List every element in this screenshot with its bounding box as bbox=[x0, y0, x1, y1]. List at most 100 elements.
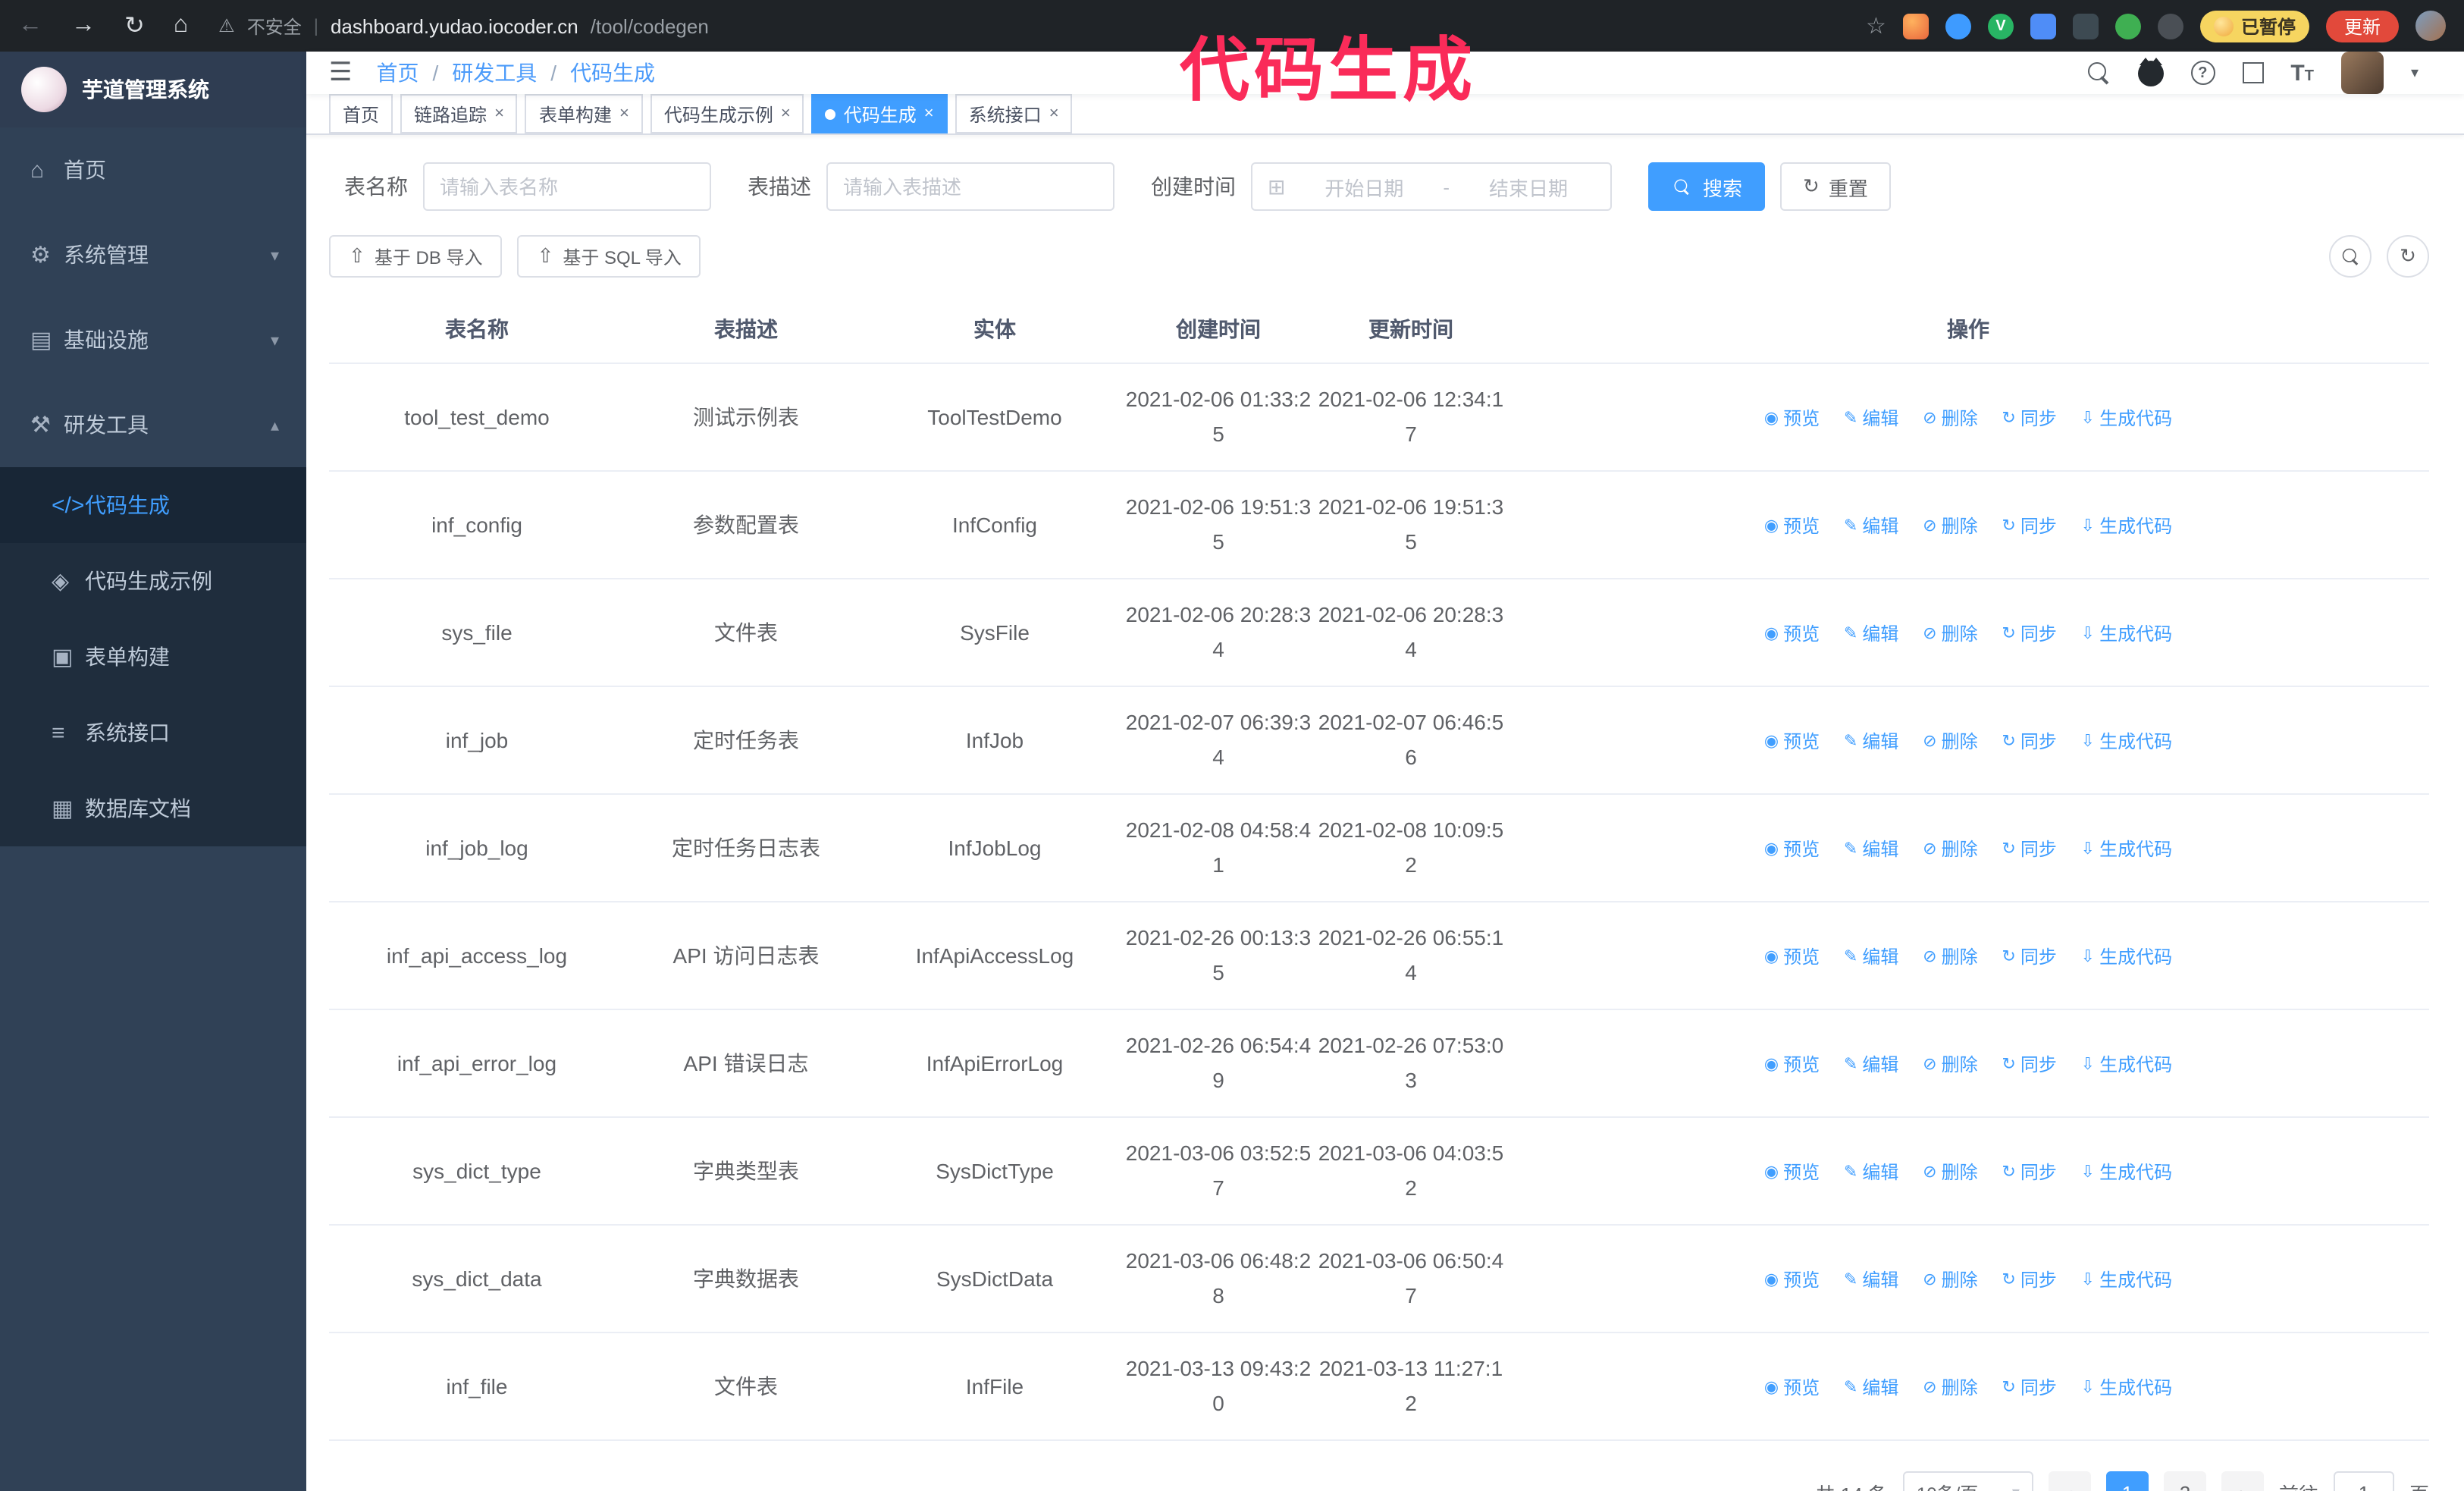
generate-code-link[interactable]: ⇩ 生成代码 bbox=[2081, 832, 2172, 867]
generate-code-link[interactable]: ⇩ 生成代码 bbox=[2081, 724, 2172, 759]
generate-code-link[interactable]: ⇩ 生成代码 bbox=[2081, 617, 2172, 651]
tab-codegen[interactable]: 代码生成 × bbox=[811, 94, 948, 133]
sidebar-item-form-builder[interactable]: ▣ 表单构建 bbox=[0, 619, 306, 695]
delete-link[interactable]: ⊘ 删除 bbox=[1923, 1263, 1977, 1298]
date-range-picker[interactable]: ⊞ 开始日期 - 结束日期 bbox=[1251, 162, 1612, 211]
import-db-button[interactable]: ⇧ 基于 DB 导入 bbox=[329, 235, 503, 278]
sync-link[interactable]: ↻ 同步 bbox=[2002, 940, 2056, 975]
close-icon[interactable]: × bbox=[619, 105, 629, 123]
page-size-select[interactable]: 10条/页 ▾ bbox=[1902, 1471, 2033, 1491]
close-icon[interactable]: × bbox=[924, 105, 934, 123]
font-size-icon[interactable]: TT bbox=[2290, 60, 2314, 86]
goto-page-input[interactable] bbox=[2333, 1471, 2394, 1491]
edit-link[interactable]: ✎ 编辑 bbox=[1844, 1047, 1898, 1082]
page-2-button[interactable]: 2 bbox=[2163, 1471, 2206, 1491]
sync-link[interactable]: ↻ 同步 bbox=[2002, 724, 2056, 759]
tab-system-api[interactable]: 系统接口 × bbox=[955, 94, 1073, 133]
close-icon[interactable]: × bbox=[781, 105, 791, 123]
sync-link[interactable]: ↻ 同步 bbox=[2002, 1155, 2056, 1190]
sync-link[interactable]: ↻ 同步 bbox=[2002, 832, 2056, 867]
logo-bar[interactable]: 芋道管理系统 bbox=[0, 52, 306, 127]
delete-link[interactable]: ⊘ 删除 bbox=[1923, 401, 1977, 436]
tab-form-builder[interactable]: 表单构建 × bbox=[525, 94, 643, 133]
preview-link[interactable]: ◉ 预览 bbox=[1764, 1155, 1820, 1190]
edit-link[interactable]: ✎ 编辑 bbox=[1844, 509, 1898, 544]
paused-badge[interactable]: 已暂停 bbox=[2199, 10, 2309, 42]
address-bar[interactable]: ⚠ 不安全 | dashboard.yudao.iocoder.cn/tool/… bbox=[218, 13, 709, 39]
breadcrumb-dev-tools[interactable]: 研发工具 bbox=[452, 58, 537, 88]
preview-link[interactable]: ◉ 预览 bbox=[1764, 1047, 1820, 1082]
preview-link[interactable]: ◉ 预览 bbox=[1764, 832, 1820, 867]
sync-link[interactable]: ↻ 同步 bbox=[2002, 1370, 2056, 1405]
generate-code-link[interactable]: ⇩ 生成代码 bbox=[2081, 509, 2172, 544]
sync-link[interactable]: ↻ 同步 bbox=[2002, 1263, 2056, 1298]
close-icon[interactable]: × bbox=[494, 105, 504, 123]
github-icon[interactable] bbox=[2137, 57, 2164, 86]
browser-profile-avatar[interactable] bbox=[2415, 11, 2446, 41]
search-button[interactable]: 搜索 bbox=[1648, 162, 1766, 211]
bookmark-star-icon[interactable]: ☆ bbox=[1866, 12, 1886, 39]
sidebar-item-system-mgmt[interactable]: ⚙ 系统管理 ▾ bbox=[0, 212, 306, 297]
sidebar-item-codegen[interactable]: </> 代码生成 bbox=[0, 467, 306, 543]
close-icon[interactable]: × bbox=[1049, 105, 1059, 123]
preview-link[interactable]: ◉ 预览 bbox=[1764, 617, 1820, 651]
edit-link[interactable]: ✎ 编辑 bbox=[1844, 832, 1898, 867]
sync-link[interactable]: ↻ 同步 bbox=[2002, 617, 2056, 651]
sidebar-item-codegen-example[interactable]: ◈ 代码生成示例 bbox=[0, 543, 306, 619]
generate-code-link[interactable]: ⇩ 生成代码 bbox=[2081, 1155, 2172, 1190]
toggle-search-button[interactable] bbox=[2329, 235, 2372, 278]
preview-link[interactable]: ◉ 预览 bbox=[1764, 940, 1820, 975]
leaf-icon[interactable] bbox=[2114, 13, 2141, 39]
generate-code-link[interactable]: ⇩ 生成代码 bbox=[2081, 940, 2172, 975]
delete-link[interactable]: ⊘ 删除 bbox=[1923, 832, 1977, 867]
sync-link[interactable]: ↻ 同步 bbox=[2002, 509, 2056, 544]
sidebar-item-dev-tools[interactable]: ⚒ 研发工具 ▴ bbox=[0, 382, 306, 467]
edit-link[interactable]: ✎ 编辑 bbox=[1844, 724, 1898, 759]
back-icon[interactable]: ← bbox=[18, 12, 42, 39]
preview-link[interactable]: ◉ 预览 bbox=[1764, 1370, 1820, 1405]
drop-icon[interactable] bbox=[1945, 13, 1971, 39]
delete-link[interactable]: ⊘ 删除 bbox=[1923, 940, 1977, 975]
generate-code-link[interactable]: ⇩ 生成代码 bbox=[2081, 401, 2172, 436]
delete-link[interactable]: ⊘ 删除 bbox=[1923, 1047, 1977, 1082]
preview-link[interactable]: ◉ 预览 bbox=[1764, 401, 1820, 436]
refresh-table-button[interactable]: ↻ bbox=[2387, 235, 2429, 278]
chevron-down-icon[interactable]: ▾ bbox=[2411, 64, 2419, 81]
search-icon[interactable] bbox=[2087, 61, 2110, 84]
generate-code-link[interactable]: ⇩ 生成代码 bbox=[2081, 1047, 2172, 1082]
preview-link[interactable]: ◉ 预览 bbox=[1764, 724, 1820, 759]
edit-link[interactable]: ✎ 编辑 bbox=[1844, 1370, 1898, 1405]
import-sql-button[interactable]: ⇧ 基于 SQL 导入 bbox=[517, 235, 701, 278]
reset-button[interactable]: ↻ 重置 bbox=[1780, 162, 1891, 211]
edit-link[interactable]: ✎ 编辑 bbox=[1844, 401, 1898, 436]
sync-link[interactable]: ↻ 同步 bbox=[2002, 401, 2056, 436]
sidebar-item-home[interactable]: ⌂ 首页 bbox=[0, 127, 306, 212]
delete-link[interactable]: ⊘ 删除 bbox=[1923, 724, 1977, 759]
home-icon[interactable]: ⌂ bbox=[174, 12, 188, 39]
forward-icon[interactable]: → bbox=[71, 12, 96, 39]
update-button[interactable]: 更新 bbox=[2325, 10, 2399, 42]
fullscreen-icon[interactable] bbox=[2242, 62, 2264, 83]
next-page-button[interactable]: › bbox=[2221, 1471, 2264, 1491]
breadcrumb-home[interactable]: 首页 bbox=[377, 58, 419, 88]
preview-link[interactable]: ◉ 预览 bbox=[1764, 1263, 1820, 1298]
delete-link[interactable]: ⊘ 删除 bbox=[1923, 509, 1977, 544]
hamburger-icon[interactable]: ☰ bbox=[329, 58, 353, 88]
edit-link[interactable]: ✎ 编辑 bbox=[1844, 1155, 1898, 1190]
paw-icon[interactable] bbox=[2157, 13, 2183, 39]
edit-link[interactable]: ✎ 编辑 bbox=[1844, 617, 1898, 651]
delete-link[interactable]: ⊘ 删除 bbox=[1923, 1155, 1977, 1190]
help-icon[interactable]: ? bbox=[2190, 61, 2215, 85]
user-avatar[interactable] bbox=[2340, 52, 2384, 94]
delete-link[interactable]: ⊘ 删除 bbox=[1923, 617, 1977, 651]
prev-page-button[interactable]: ‹ bbox=[2048, 1471, 2091, 1491]
dark-ext-icon[interactable] bbox=[2072, 13, 2099, 39]
preview-link[interactable]: ◉ 预览 bbox=[1764, 509, 1820, 544]
sidebar-item-system-api[interactable]: ≡ 系统接口 bbox=[0, 695, 306, 771]
page-1-button[interactable]: 1 bbox=[2105, 1471, 2149, 1491]
people-icon[interactable] bbox=[2030, 13, 2056, 39]
v-badge-icon[interactable]: V bbox=[1987, 13, 2014, 39]
sync-link[interactable]: ↻ 同步 bbox=[2002, 1047, 2056, 1082]
delete-link[interactable]: ⊘ 删除 bbox=[1923, 1370, 1977, 1405]
table-desc-input[interactable] bbox=[826, 162, 1114, 211]
